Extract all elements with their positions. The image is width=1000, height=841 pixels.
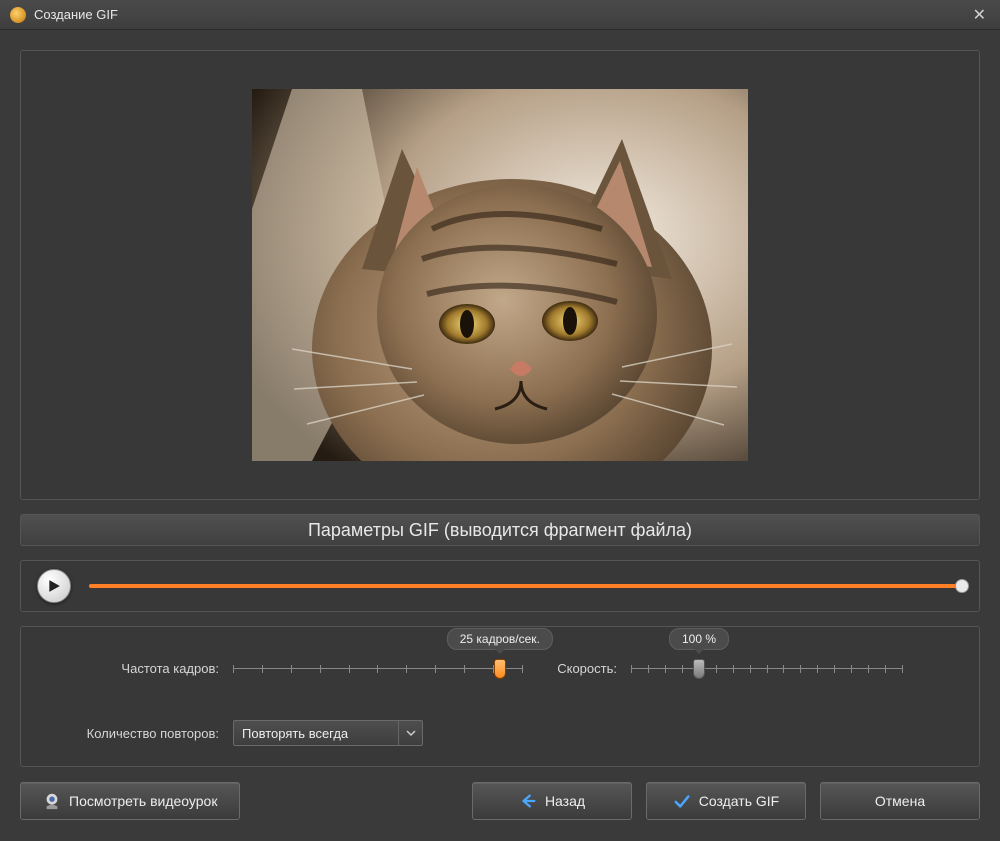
speed-slider[interactable]: 100 % bbox=[631, 662, 903, 676]
fps-tooltip: 25 кадров/сек. bbox=[447, 628, 553, 650]
back-label: Назад bbox=[545, 793, 585, 809]
speed-thumb[interactable] bbox=[693, 659, 705, 679]
video-lesson-button[interactable]: Посмотреть видеоурок bbox=[20, 782, 240, 820]
client-area: Параметры GIF (выводится фрагмент файла)… bbox=[0, 30, 1000, 841]
video-lesson-label: Посмотреть видеоурок bbox=[69, 793, 217, 809]
params-pane: Частота кадров: 25 кадров/сек. Скорость:… bbox=[20, 626, 980, 767]
preview-pane bbox=[20, 50, 980, 500]
cat-illustration bbox=[252, 89, 748, 461]
speed-tooltip: 100 % bbox=[669, 628, 729, 650]
back-button[interactable]: Назад bbox=[472, 782, 632, 820]
preview-image bbox=[252, 89, 748, 461]
timeline-pane bbox=[20, 560, 980, 612]
fps-row: Частота кадров: 25 кадров/сек. Скорость:… bbox=[49, 661, 951, 676]
window-title: Создание GIF bbox=[34, 7, 969, 22]
repeat-value: Повторять всегда bbox=[234, 726, 398, 741]
play-icon bbox=[47, 579, 61, 593]
footer: Посмотреть видеоурок Назад Создать GIF О… bbox=[20, 781, 980, 821]
speed-label: Скорость: bbox=[537, 661, 617, 676]
check-icon bbox=[673, 792, 691, 810]
repeat-row: Количество повторов: Повторять всегда bbox=[49, 720, 951, 746]
cancel-button[interactable]: Отмена bbox=[820, 782, 980, 820]
timeline-handle[interactable] bbox=[955, 579, 969, 593]
repeat-select[interactable]: Повторять всегда bbox=[233, 720, 423, 746]
create-label: Создать GIF bbox=[699, 793, 779, 809]
titlebar: Создание GIF ✕ bbox=[0, 0, 1000, 30]
fps-slider[interactable]: 25 кадров/сек. bbox=[233, 662, 523, 676]
chevron-down-icon bbox=[398, 721, 422, 745]
cancel-label: Отмена bbox=[875, 793, 925, 809]
play-button[interactable] bbox=[37, 569, 71, 603]
fps-thumb[interactable] bbox=[494, 659, 506, 679]
fps-label: Частота кадров: bbox=[49, 661, 219, 676]
create-gif-button[interactable]: Создать GIF bbox=[646, 782, 806, 820]
timeline-track[interactable] bbox=[89, 584, 963, 588]
app-icon bbox=[10, 7, 26, 23]
repeat-label: Количество повторов: bbox=[49, 726, 219, 741]
close-icon[interactable]: ✕ bbox=[969, 5, 990, 25]
webcam-icon bbox=[43, 792, 61, 810]
arrow-left-icon bbox=[519, 792, 537, 810]
section-header: Параметры GIF (выводится фрагмент файла) bbox=[20, 514, 980, 546]
